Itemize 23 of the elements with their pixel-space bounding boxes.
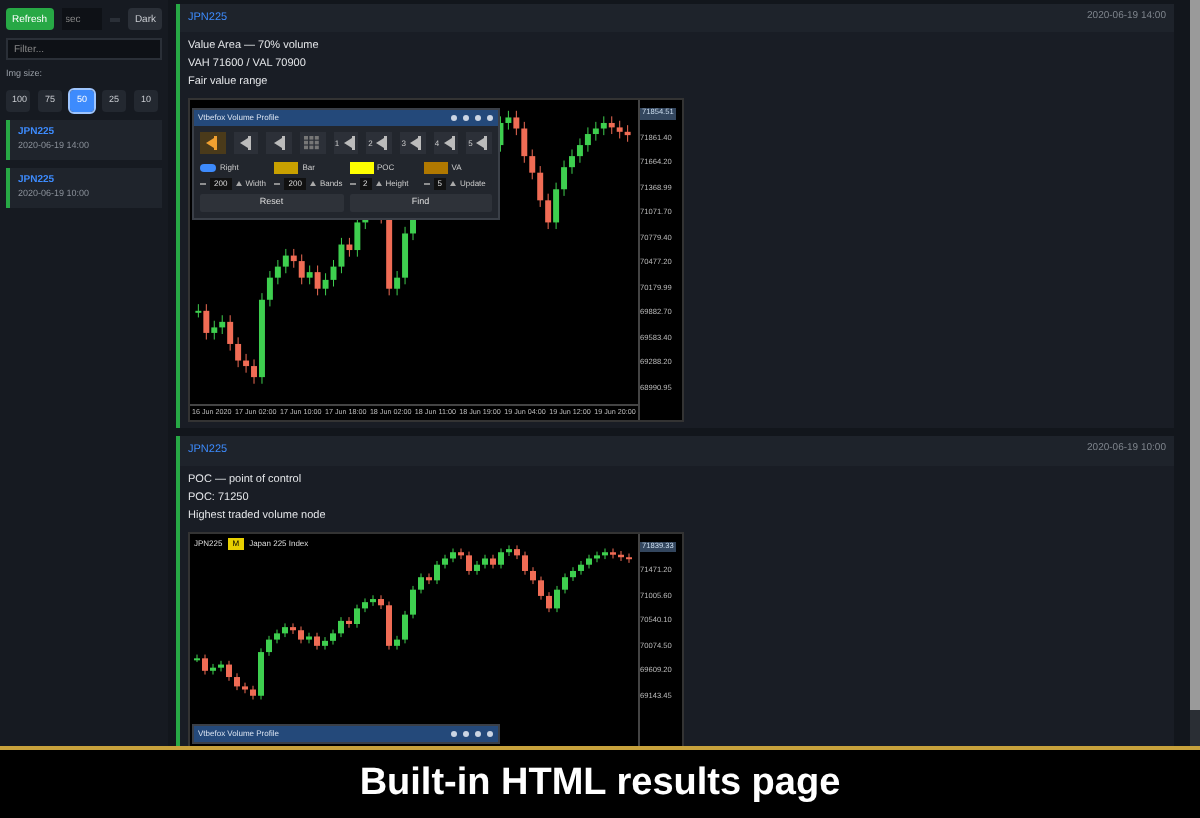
grid-icon bbox=[304, 136, 321, 151]
bar-icon bbox=[341, 136, 358, 151]
profile-tool-button[interactable] bbox=[266, 132, 293, 155]
bar-icon bbox=[407, 136, 424, 151]
up-arrow-icon[interactable] bbox=[309, 180, 316, 189]
color-swatch[interactable] bbox=[349, 162, 373, 175]
profile-tool-button[interactable] bbox=[200, 132, 226, 155]
profile-tool-button[interactable] bbox=[233, 132, 259, 155]
bar-icon bbox=[441, 136, 458, 151]
profile-tool-button[interactable] bbox=[300, 132, 326, 155]
up-arrow-icon[interactable] bbox=[375, 180, 382, 189]
bar-icon bbox=[374, 136, 391, 151]
toggle-switch[interactable] bbox=[200, 164, 216, 173]
bar-icon bbox=[238, 136, 254, 151]
bar-icon bbox=[474, 136, 491, 151]
bar-icon bbox=[271, 136, 288, 151]
color-swatch[interactable] bbox=[274, 162, 299, 175]
up-arrow-icon[interactable] bbox=[449, 180, 456, 189]
color-swatch[interactable] bbox=[423, 162, 448, 175]
bar-icon bbox=[204, 136, 221, 151]
up-arrow-icon[interactable] bbox=[235, 180, 242, 189]
scrollbar-thumb[interactable] bbox=[1190, 0, 1200, 710]
caption-text: Built-in HTML results page bbox=[359, 759, 841, 808]
